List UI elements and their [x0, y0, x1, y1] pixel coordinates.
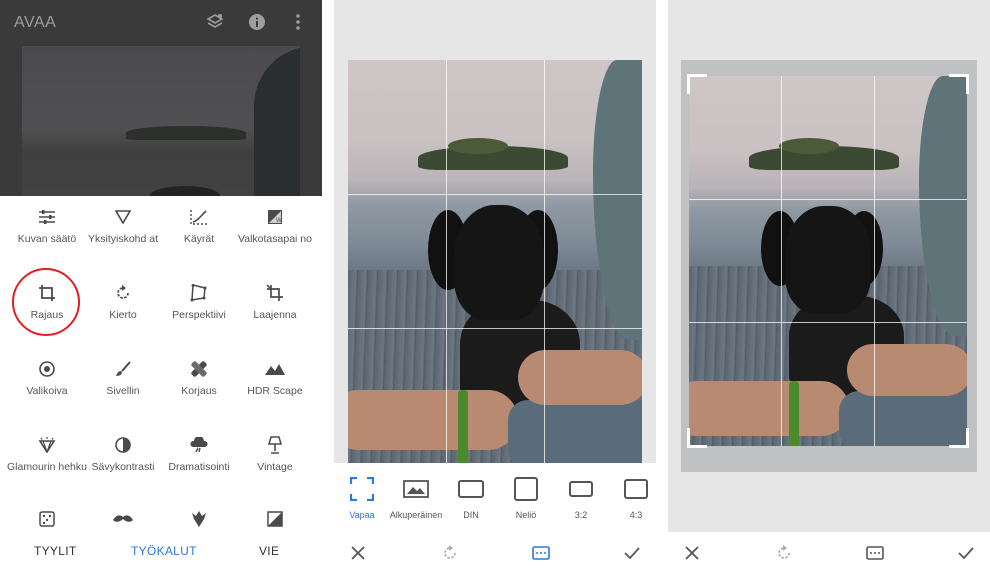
hdr-mountains-icon [230, 358, 320, 380]
tools-screen: AVAA Kuvan säätö Yksityiskohd at Käyrät … [0, 0, 322, 573]
ratio-3-2-icon [553, 475, 609, 503]
aspect-original[interactable]: Alkuperäinen [388, 475, 444, 520]
crop-adjust-screen [668, 0, 990, 573]
free-crop-icon [334, 475, 390, 503]
tool-laajenna[interactable]: Laajenna [230, 282, 320, 321]
photo-preview-dimmed [22, 46, 300, 196]
crop-handle-bottom-left[interactable] [687, 428, 707, 448]
tab-tyylit[interactable]: TYYLIT [34, 544, 76, 558]
info-icon[interactable] [247, 12, 267, 32]
tab-vie[interactable]: VIE [259, 544, 279, 558]
black-white-icon [230, 508, 320, 530]
aspect-ratio-icon[interactable] [531, 545, 551, 561]
check-icon[interactable] [956, 545, 976, 561]
aspect-ratio-icon[interactable] [865, 545, 885, 561]
aspect-square[interactable]: Neliö [498, 475, 554, 520]
din-rect-icon [443, 475, 499, 503]
original-image-icon [388, 475, 444, 503]
tool-hdr-scape[interactable]: HDR Scape [230, 358, 320, 397]
layers-icon[interactable] [205, 12, 225, 32]
ratio-4-3-icon [608, 475, 656, 503]
crop-screen: Vapaa Alkuperäinen DIN Neliö 3:2 4:3 [334, 0, 656, 573]
square-icon [498, 475, 554, 503]
dimmed-header-area: AVAA [0, 0, 322, 196]
aspect-4-3[interactable]: 4:3 [608, 475, 656, 520]
expand-icon [230, 282, 320, 304]
rotate-icon[interactable] [774, 545, 794, 561]
vintage-lamp-icon [230, 434, 320, 456]
aspect-free[interactable]: Vapaa [334, 475, 390, 520]
close-icon[interactable] [348, 545, 368, 561]
check-icon[interactable] [622, 545, 642, 561]
tools-grid: Kuvan säätö Yksityiskohd at Käyrät W Val… [0, 196, 322, 532]
svg-text:W: W [276, 218, 282, 224]
photo-cropped-area[interactable] [689, 76, 967, 446]
tool-black-white[interactable] [230, 508, 320, 530]
aspect-din[interactable]: DIN [443, 475, 499, 520]
tool-valkotasapaino[interactable]: W Valkotasapai no [230, 206, 320, 245]
rotate-icon[interactable] [440, 545, 460, 561]
aspect-3-2[interactable]: 3:2 [553, 475, 609, 520]
more-vert-icon[interactable] [288, 12, 308, 32]
white-balance-icon: W [230, 206, 320, 228]
open-button[interactable]: AVAA [14, 14, 56, 32]
tool-vintage[interactable]: Vintage [230, 434, 320, 473]
photo-crop-area[interactable] [348, 60, 642, 463]
crop-handle-bottom-right[interactable] [949, 428, 969, 448]
tab-tyokalut[interactable]: TYÖKALUT [131, 544, 197, 558]
crop-handle-top-left[interactable] [687, 74, 707, 94]
highlight-circle [12, 268, 80, 336]
crop-handle-top-right[interactable] [949, 74, 969, 94]
bottom-tabs: TYYLIT TYÖKALUT VIE [0, 532, 322, 573]
screenshot-collage: AVAA Kuvan säätö Yksityiskohd at Käyrät … [0, 0, 990, 573]
action-bar [668, 532, 990, 573]
close-icon[interactable] [682, 545, 702, 561]
